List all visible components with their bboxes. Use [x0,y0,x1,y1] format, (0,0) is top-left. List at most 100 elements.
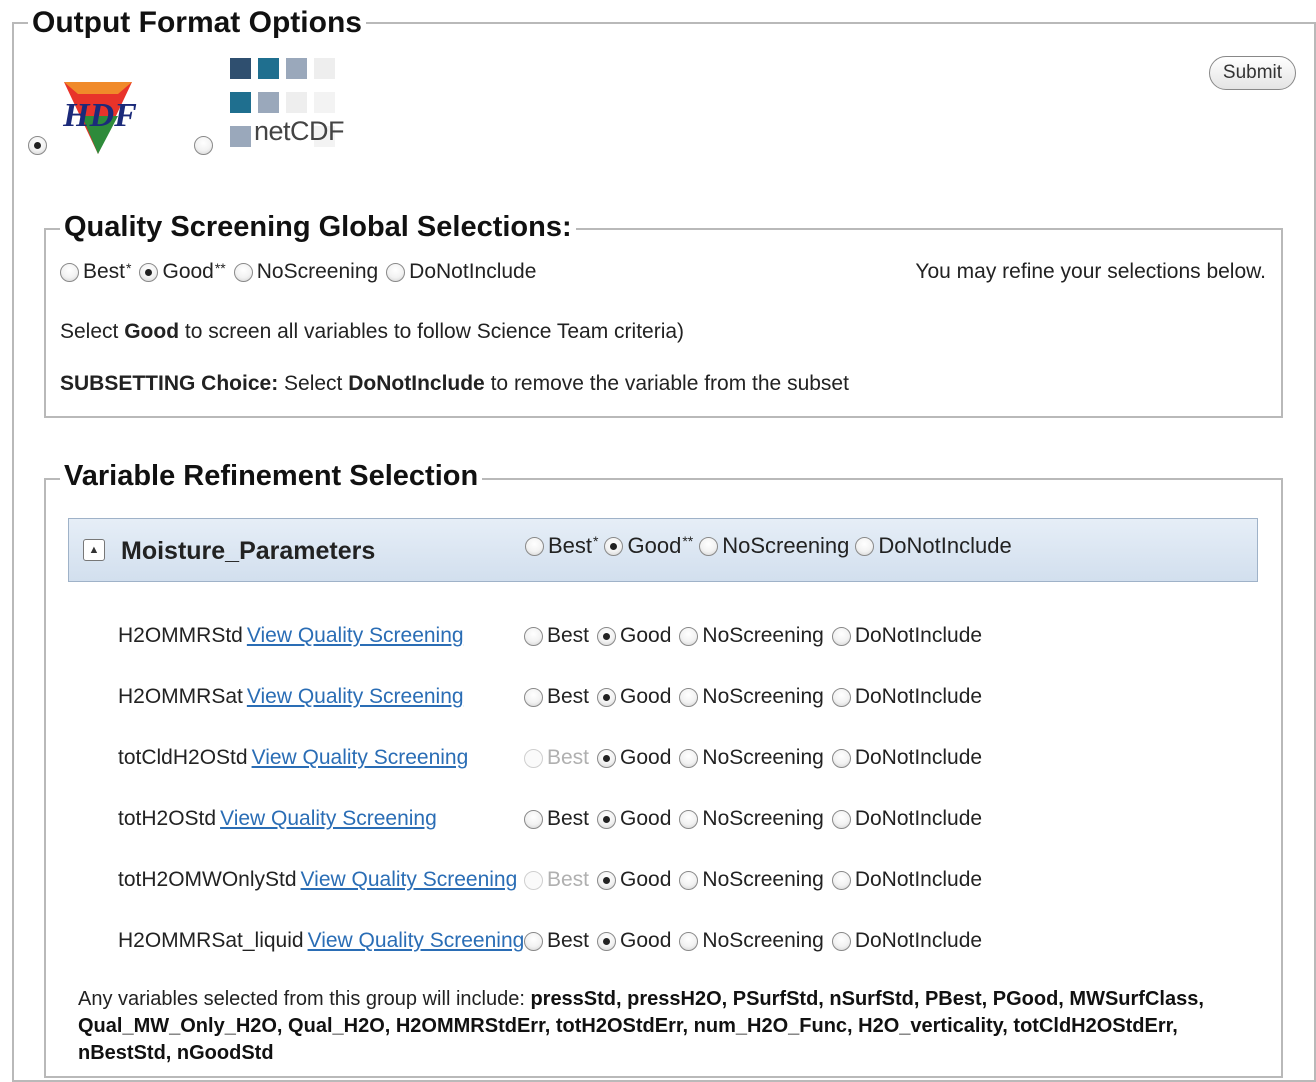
var-toth2ostd-donotinclude-radio[interactable] [831,809,851,829]
var-h2ommrsat-liquid-noscreening-label: NoScreening [702,929,824,952]
var-totcldh2ostd-noscreening-label: NoScreening [702,746,824,769]
var-toth2omwonlystd-good-radio[interactable] [597,870,617,890]
var-h2ommrsat-donotinclude-radio[interactable] [831,687,851,707]
var-h2ommrstd-noscreening-option[interactable]: NoScreening [679,624,824,648]
var-h2ommrsat-liquid-good-option[interactable]: Good [597,929,671,953]
var-totcldh2ostd-noscreening-radio[interactable] [679,748,699,768]
var-h2ommrsat-good-radio[interactable] [597,687,617,707]
global-best-radio[interactable] [60,262,79,282]
hdf-logo: HDF [62,80,140,156]
global-noscreening-radio[interactable] [233,262,253,282]
var-toth2ostd-good-option[interactable]: Good [597,807,671,831]
var-h2ommrsat-liquid-best-radio[interactable] [524,931,543,951]
var-h2ommrstd-best-radio[interactable] [524,626,543,646]
var-h2ommrsat-donotinclude-option[interactable]: DoNotInclude [831,685,983,709]
global-good-option[interactable]: Good** [139,260,226,284]
var-h2ommrstd-good-radio[interactable] [597,626,617,646]
var-totcldh2ostd-best-option[interactable]: Best [524,746,589,770]
var-toth2omwonlystd-noscreening-option[interactable]: NoScreening [679,868,824,892]
global-noscreening-option[interactable]: NoScreening [233,260,378,284]
group-donotinclude-radio[interactable] [855,536,875,556]
group-donotinclude-label: DoNotInclude [878,533,1012,558]
group-good-label: Good** [627,533,694,558]
var-toth2ostd-noscreening-option[interactable]: NoScreening [679,807,824,831]
netcdf-format-radio[interactable] [194,136,213,155]
view-quality-screening-link[interactable]: View Quality Screening [301,868,518,891]
view-quality-screening-link[interactable]: View Quality Screening [308,929,525,952]
var-h2ommrsat-best-radio[interactable] [524,687,543,707]
group-best-radio[interactable] [525,536,544,556]
submit-button[interactable]: Submit [1209,56,1296,90]
hdf-logo-text: HDF [62,97,137,134]
var-toth2omwonlystd-best-option[interactable]: Best [524,868,589,892]
var-toth2omwonlystd-good-label: Good [620,868,672,891]
var-toth2ostd-good-radio[interactable] [597,809,617,829]
global-donotinclude-option[interactable]: DoNotInclude [386,260,536,284]
var-h2ommrsat-liquid-donotinclude-label: DoNotInclude [854,929,983,952]
group-noscreening-option[interactable]: NoScreening [699,533,849,559]
var-toth2ostd-best-radio[interactable] [524,809,543,829]
var-h2ommrsat-liquid-noscreening-radio[interactable] [679,931,699,951]
group-noscreening-radio[interactable] [699,536,719,556]
var-h2ommrstd-donotinclude-option[interactable]: DoNotInclude [831,624,982,648]
var-totcldh2ostd-good-option[interactable]: Good [597,746,671,770]
var-h2ommrsat-donotinclude-label: DoNotInclude [854,685,983,708]
group-good-option[interactable]: Good** [604,533,693,559]
group-donotinclude-option[interactable]: DoNotInclude [855,533,1012,559]
variable-row-toth2ostd: totH2OStd View Quality Screening Best Good N… [118,807,1258,837]
var-toth2omwonlystd-good-option[interactable]: Good [597,868,671,892]
refine-hint: You may refine your selections below. [915,260,1266,283]
var-h2ommrsat-liquid-donotinclude-radio[interactable] [831,931,851,951]
global-donotinclude-radio[interactable] [386,262,406,282]
variable-name: H2OMMRSat [118,685,243,708]
group-quality-options: Best* Good** NoScreening DoNotInclude [525,533,1012,559]
view-quality-screening-link[interactable]: View Quality Screening [247,624,464,647]
var-totcldh2ostd-donotinclude-option[interactable]: DoNotInclude [831,746,982,770]
var-h2ommrsat-good-option[interactable]: Good [597,685,671,709]
quality-global-options: Best* Good** NoScreening DoNotInclude [60,260,536,284]
view-quality-screening-link[interactable]: View Quality Screening [247,685,464,708]
var-toth2omwonlystd-donotinclude-option[interactable]: DoNotInclude [831,868,982,892]
var-h2ommrsat-liquid-donotinclude-option[interactable]: DoNotInclude [831,929,983,953]
variable-quality-options: Best Good NoScreening DoNotInclude [524,624,982,648]
var-toth2omwonlystd-best-label: Best [547,868,590,891]
var-toth2ostd-noscreening-radio[interactable] [679,809,699,829]
var-h2ommrsat-noscreening-option[interactable]: NoScreening [679,685,824,709]
var-h2ommrsat-best-option[interactable]: Best [524,685,589,709]
var-h2ommrsat-liquid-best-option[interactable]: Best [524,929,589,953]
subsetting-instruction: SUBSETTING Choice: Select DoNotInclude t… [60,372,849,395]
var-h2ommrsat-liquid-noscreening-option[interactable]: NoScreening [679,929,824,953]
collapse-toggle-icon[interactable]: ▲ [83,539,105,561]
group-best-option[interactable]: Best* [525,533,598,559]
global-good-radio[interactable] [139,262,159,282]
var-toth2ostd-donotinclude-option[interactable]: DoNotInclude [831,807,982,831]
var-totcldh2ostd-noscreening-option[interactable]: NoScreening [679,746,824,770]
group-good-radio[interactable] [604,536,624,556]
view-quality-screening-link[interactable]: View Quality Screening [220,807,437,830]
var-h2ommrsat-liquid-good-radio[interactable] [597,931,617,951]
global-best-option[interactable]: Best* [60,260,131,284]
var-h2ommrstd-good-label: Good [620,624,672,647]
var-h2ommrsat-noscreening-radio[interactable] [679,687,699,707]
var-toth2ostd-best-label: Best [547,807,590,830]
variable-quality-options: Best Good NoScreening DoNotInclude [524,929,982,953]
var-h2ommrstd-noscreening-radio[interactable] [679,626,699,646]
view-quality-screening-link[interactable]: View Quality Screening [252,746,469,769]
variable-row-toth2omwonlystd: totH2OMWOnlyStd View Quality Screening Bes… [118,868,1258,898]
variable-name: H2OMMRStd [118,624,243,647]
global-donotinclude-label: DoNotInclude [409,260,537,283]
var-totcldh2ostd-donotinclude-radio[interactable] [831,748,851,768]
var-h2ommrstd-best-option[interactable]: Best [524,624,589,648]
var-h2ommrstd-donotinclude-radio[interactable] [831,626,851,646]
group-best-label: Best* [548,533,599,558]
var-toth2ostd-best-option[interactable]: Best [524,807,589,831]
var-toth2omwonlystd-donotinclude-radio[interactable] [831,870,851,890]
var-h2ommrstd-good-option[interactable]: Good [597,624,671,648]
variable-row-h2ommrsat-liquid: H2OMMRSat_liquid View Quality Screening Be… [118,929,1258,959]
variable-row-h2ommrstd: H2OMMRStd View Quality Screening Best Good N… [118,624,1258,654]
hdf-format-radio[interactable] [28,136,47,155]
variable-name: totCldH2OStd [118,746,248,769]
var-totcldh2ostd-good-radio[interactable] [597,748,617,768]
var-toth2omwonlystd-noscreening-radio[interactable] [679,870,699,890]
var-totcldh2ostd-best-radio [524,748,543,768]
